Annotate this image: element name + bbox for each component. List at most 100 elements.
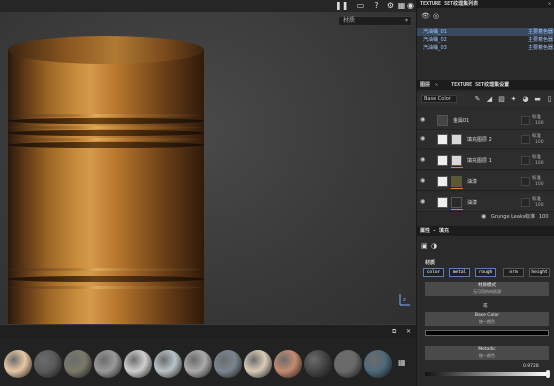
eye-icon[interactable]: 👁 [421, 12, 430, 20]
material-thumbnail[interactable] [184, 350, 212, 378]
axis-gizmo-icon: z [399, 294, 410, 306]
grunge-opacity[interactable]: 100 [539, 212, 549, 222]
mask-icon[interactable]: ▨ [497, 95, 506, 103]
help-icon[interactable]: ? [371, 1, 382, 11]
layer-name: 油漆 [467, 200, 478, 206]
pause-icon[interactable]: ❚❚ [335, 1, 348, 11]
chip-height[interactable]: height [529, 268, 550, 277]
fill-icon[interactable]: ◢ [485, 95, 494, 103]
mask-indicator [451, 167, 463, 168]
material-thumbnail[interactable] [304, 350, 332, 378]
layer-opacity[interactable]: 100 [535, 182, 544, 187]
smart-material-icon[interactable]: ◕ [521, 95, 530, 103]
eye-icon[interactable]: ◉ [420, 199, 429, 205]
base-color-swatch[interactable] [425, 330, 549, 336]
eye-icon[interactable]: ◉ [420, 178, 429, 184]
grunge-blend[interactable]: 标准 [525, 212, 535, 222]
layer-opacity[interactable]: 100 [535, 121, 544, 126]
chip-rough[interactable]: rough [475, 268, 496, 277]
trash-icon[interactable]: ▯ [545, 95, 554, 103]
layer-color-swatch[interactable] [521, 156, 530, 165]
eye-icon[interactable]: ◉ [481, 212, 486, 222]
layer-row[interactable]: ◉ 油漆 标准 100 [417, 172, 554, 191]
folder-icon[interactable]: ▬ [533, 95, 542, 103]
material-thumbnail[interactable] [334, 350, 362, 378]
layer-row[interactable]: ◉ 填充图层 2 标准 100 [417, 130, 554, 149]
material-thumbnail[interactable] [64, 350, 92, 378]
material-mode-sub: 无可用的材质源 [473, 289, 501, 294]
layer-thumbnail [437, 115, 448, 126]
mask-indicator [451, 188, 463, 189]
close-icon[interactable]: ✕ [548, 0, 551, 8]
layer-blend-mode[interactable]: 标准 [532, 133, 541, 139]
chip-color[interactable]: color [423, 268, 444, 277]
layer-blend-mode[interactable]: 标准 [532, 154, 541, 160]
metallic-sub: 统一颜色 [479, 353, 495, 358]
material-thumbnail[interactable] [274, 350, 302, 378]
material-thumbnail[interactable] [124, 350, 152, 378]
layer-blend-mode[interactable]: 标准 [532, 175, 541, 181]
texture-set-item[interactable]: 汽油桶_01 主要着色器 [417, 28, 554, 36]
layer-color-swatch[interactable] [521, 177, 530, 186]
material-thumbnail[interactable] [34, 350, 62, 378]
material-thumbnail[interactable] [364, 350, 392, 378]
right-panel: TEXTURE SET纹理集列表 ✕ 👁 ◎ 汽油桶_01 主要着色器 汽油桶_… [416, 0, 554, 386]
layer-color-swatch[interactable] [521, 116, 530, 125]
material-thumbnail[interactable] [244, 350, 272, 378]
layer-blend-mode[interactable]: 标准 [532, 114, 541, 120]
barrel-groove [8, 276, 204, 282]
eye-icon[interactable]: ◉ [420, 157, 429, 163]
grid-view-icon[interactable]: ▦ [398, 358, 406, 367]
layer-opacity[interactable]: 100 [535, 203, 544, 208]
layer-color-swatch[interactable] [521, 135, 530, 144]
texture-set-item[interactable]: 汽油桶_03 主要着色器 [417, 44, 554, 52]
3d-viewport[interactable]: ❚❚ ▭ ? ⚙ ▦ ◉ 材质 ▾ z [0, 0, 416, 324]
brush-icon[interactable]: ✎ [473, 95, 482, 103]
mask-thumbnail [451, 176, 462, 187]
restore-icon[interactable]: ⧉ [392, 328, 396, 336]
layer-blend-mode[interactable]: 标准 [532, 196, 541, 202]
panel-title: TEXTURE SET纹理集列表 [420, 1, 479, 7]
material-select-value: 材质 [343, 17, 356, 24]
material-select[interactable]: 材质 ▾ [338, 16, 412, 26]
layer-row[interactable]: ◉ 金属01 标准 100 [417, 111, 554, 130]
settings-icon[interactable]: ⚙ [385, 1, 396, 11]
eye-icon[interactable]: ◎ [433, 12, 439, 20]
barrel-rim [8, 286, 204, 289]
material-thumbnail[interactable] [4, 350, 32, 378]
camera-icon[interactable]: ◉ [405, 1, 416, 11]
metallic-button[interactable]: Metallic 统一颜色 [425, 346, 549, 360]
texture-set-item[interactable]: 汽油桶_02 主要着色器 [417, 36, 554, 44]
material-thumbnail[interactable] [214, 350, 242, 378]
layer-opacity[interactable]: 100 [535, 161, 544, 166]
channel-select[interactable]: Base Color [421, 95, 457, 103]
layer-row[interactable]: ◉ 填充图层 1 标准 100 [417, 151, 554, 170]
tab-layers[interactable]: 图层 [420, 82, 430, 88]
chip-nrm[interactable]: nrm [503, 268, 524, 277]
eye-icon[interactable]: ◉ [420, 117, 429, 123]
chip-metal[interactable]: metal [449, 268, 470, 277]
close-icon[interactable]: ✕ [406, 328, 411, 335]
metallic-value[interactable]: 0.9728 [523, 364, 539, 369]
viewport-toolbar: ❚❚ ▭ ? ⚙ ▦ ◉ [0, 0, 416, 12]
close-icon[interactable]: ✕ [435, 82, 438, 88]
effect-icon[interactable]: ✦ [509, 95, 518, 103]
material-sphere-icon[interactable]: ◑ [431, 242, 437, 250]
eye-icon[interactable]: ◉ [420, 136, 429, 142]
fill-layer-icon[interactable]: ▣ [421, 242, 428, 250]
base-color-button[interactable]: Base Color 统一颜色 [425, 312, 549, 326]
metallic-slider[interactable] [425, 372, 549, 376]
material-mode-button[interactable]: 材质模式 无可用的材质源 [425, 282, 549, 296]
layer-opacity[interactable]: 100 [535, 140, 544, 145]
slider-handle[interactable] [546, 370, 550, 378]
material-thumbnail[interactable] [154, 350, 182, 378]
metallic-label: Metallic [478, 347, 496, 352]
material-thumbnail[interactable] [94, 350, 122, 378]
tab-texture-set-settings[interactable]: TEXTURE SET纹理集设置 [451, 82, 509, 88]
base-color-label: Base Color [474, 313, 500, 318]
video-icon[interactable]: ▭ [355, 1, 366, 11]
grunge-effect-row[interactable]: ◉ Grunge Leaks 标准 100 [417, 212, 554, 222]
layer-toolbar: Base Color ✎ ◢ ▨ ✦ ◕ ▬ ▯ [417, 92, 554, 106]
layer-color-swatch[interactable] [521, 198, 530, 207]
layer-row[interactable]: ◉ 油漆 标准 100 [417, 193, 554, 212]
